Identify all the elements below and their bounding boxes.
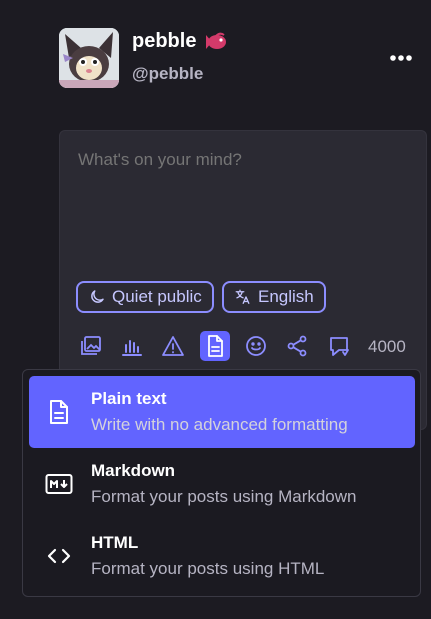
reply-icon <box>330 337 349 356</box>
menu-item-description: Write with no advanced formatting <box>91 415 348 434</box>
text-format-button[interactable] <box>200 331 230 361</box>
display-name: pebble <box>132 30 228 53</box>
add-media-button[interactable] <box>76 331 106 361</box>
translate-icon <box>235 289 250 305</box>
poll-icon <box>122 340 142 356</box>
user-handle: @pebble <box>132 64 204 83</box>
visibility-label: Quiet public <box>112 287 202 306</box>
markdown-icon <box>43 470 75 498</box>
format-icon <box>208 335 223 357</box>
avatar[interactable] <box>59 28 119 88</box>
emoji-button[interactable] <box>241 331 271 361</box>
text-format-menu: Plain text Write with no advanced format… <box>22 369 421 597</box>
more-icon <box>390 55 412 61</box>
avatar-image <box>59 28 119 88</box>
content-warning-button[interactable] <box>158 331 188 361</box>
character-count: 4000 <box>368 337 406 356</box>
reply-settings-button[interactable] <box>324 331 354 361</box>
fish-emoji-icon <box>206 32 227 49</box>
menu-item-plain-text[interactable]: Plain text Write with no advanced format… <box>29 376 415 448</box>
display-name-text: pebble <box>132 30 197 52</box>
language-button[interactable]: English <box>222 281 326 313</box>
emoji-icon <box>246 336 266 356</box>
menu-item-title: Markdown <box>91 461 176 480</box>
moon-icon <box>91 290 104 303</box>
compose-input[interactable] <box>76 149 410 171</box>
menu-item-title: HTML <box>91 533 139 552</box>
menu-item-title: Plain text <box>91 389 167 408</box>
warning-icon <box>162 336 184 356</box>
menu-item-markdown[interactable]: Markdown Format your posts using Markdow… <box>29 448 415 520</box>
share-icon <box>287 335 307 357</box>
poll-button[interactable] <box>117 331 147 361</box>
menu-item-description: Format your posts using Markdown <box>91 487 357 506</box>
visibility-button[interactable]: Quiet public <box>76 281 214 313</box>
document-icon <box>43 398 75 426</box>
code-icon <box>43 542 75 570</box>
menu-item-description: Format your posts using HTML <box>91 559 325 578</box>
menu-item-html[interactable]: HTML Format your posts using HTML <box>29 520 415 592</box>
more-options-button[interactable] <box>386 48 416 68</box>
media-icon <box>81 336 101 355</box>
language-label: English <box>258 287 314 306</box>
share-button[interactable] <box>282 331 312 361</box>
